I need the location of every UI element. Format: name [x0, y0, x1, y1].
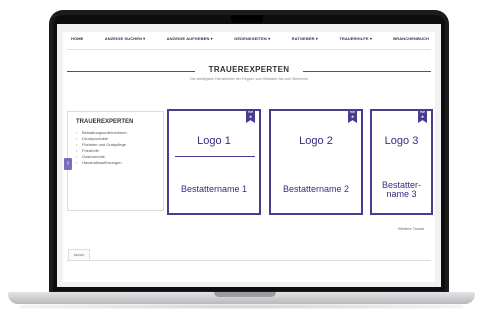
category-sidebar: TRAUEREXPERTEN › Bestattungsunternehmen ›…	[67, 111, 164, 211]
category-label: Bestattungsunternehmen	[82, 130, 127, 135]
laptop-screen: HOME ANZEIGE SUCHEN ▾ ANZEIGE AUFGEBEN ▾…	[57, 24, 441, 287]
nav-item-gedenkseiten[interactable]: GEDENKSEITEN ▾	[234, 36, 270, 48]
footer-divider	[67, 260, 431, 261]
laptop-base-groove	[214, 292, 276, 297]
expert-name: Bestattername 2	[282, 184, 350, 194]
star-icon: ★	[248, 114, 253, 119]
nav-item-anzeige-suchen[interactable]: ANZEIGE SUCHEN ▾	[105, 36, 146, 48]
nav-item-ratgeber[interactable]: RATGEBER ▾	[292, 36, 318, 48]
section-subtitle: Die wichtigsten Dienstleister der Region…	[189, 77, 309, 81]
web-page: HOME ANZEIGE SUCHEN ▾ ANZEIGE AUFGEBEN ▾…	[63, 32, 435, 282]
heading-rule-right	[303, 71, 431, 72]
laptop-shadow	[20, 304, 463, 309]
category-item[interactable]: › Haushaltsauflösungen	[76, 160, 155, 166]
top-badge: TOP ★	[348, 110, 357, 123]
nav-item-trauerhilfe[interactable]: TRAUERHILFE ▾	[339, 36, 372, 48]
sidebar-title: TRAUEREXPERTEN	[76, 119, 134, 125]
heading-rule-left	[67, 71, 195, 72]
more-experts-link[interactable]: Weitere Trauer	[398, 226, 424, 231]
expert-logo: Logo 3	[384, 135, 419, 147]
top-badge: TOP ★	[418, 110, 427, 123]
expert-logo: Logo 2	[299, 135, 333, 147]
category-label: Gastronomie	[82, 154, 105, 159]
expert-card[interactable]: TOP ★ Logo 2 Bestattername 2	[269, 109, 363, 215]
category-label: Haushaltsauflösungen	[82, 160, 122, 165]
nav-item-anzeige-aufgeben[interactable]: ANZEIGE AUFGEBEN ▾	[167, 36, 213, 48]
expert-card[interactable]: TOP ★ Logo 1 Bestattername 1	[167, 109, 261, 215]
nav-item-home[interactable]: HOME	[71, 36, 83, 48]
expert-card[interactable]: TOP ★ Logo 3 Bestatter- name 3	[370, 109, 433, 215]
category-label: Druckprodukte	[82, 136, 109, 141]
category-label: Friedhöfe	[82, 148, 99, 153]
category-list: › Bestattungsunternehmen › Druckprodukte ›…	[76, 130, 155, 166]
footer-tab[interactable]: NEUEN	[68, 249, 90, 260]
carousel-prev-button[interactable]: ‹	[64, 158, 72, 170]
expert-logo: Logo 1	[197, 135, 231, 147]
top-badge: TOP ★	[246, 110, 255, 123]
card-divider	[175, 156, 255, 157]
star-icon: ★	[420, 114, 425, 119]
expert-name: Bestatter- name 3	[381, 180, 421, 199]
main-navigation: HOME ANZEIGE SUCHEN ▾ ANZEIGE AUFGEBEN ▾…	[63, 36, 435, 48]
camera-notch	[231, 15, 263, 23]
star-icon: ★	[350, 114, 355, 119]
expert-name: Bestattername 1	[180, 184, 248, 194]
nav-divider	[67, 49, 431, 50]
category-label: Floristen und Grabpflege	[82, 142, 127, 147]
nav-item-branchenbuch[interactable]: BRANCHENBUCH	[393, 36, 429, 48]
section-title: TRAUEREXPERTEN	[208, 65, 290, 74]
